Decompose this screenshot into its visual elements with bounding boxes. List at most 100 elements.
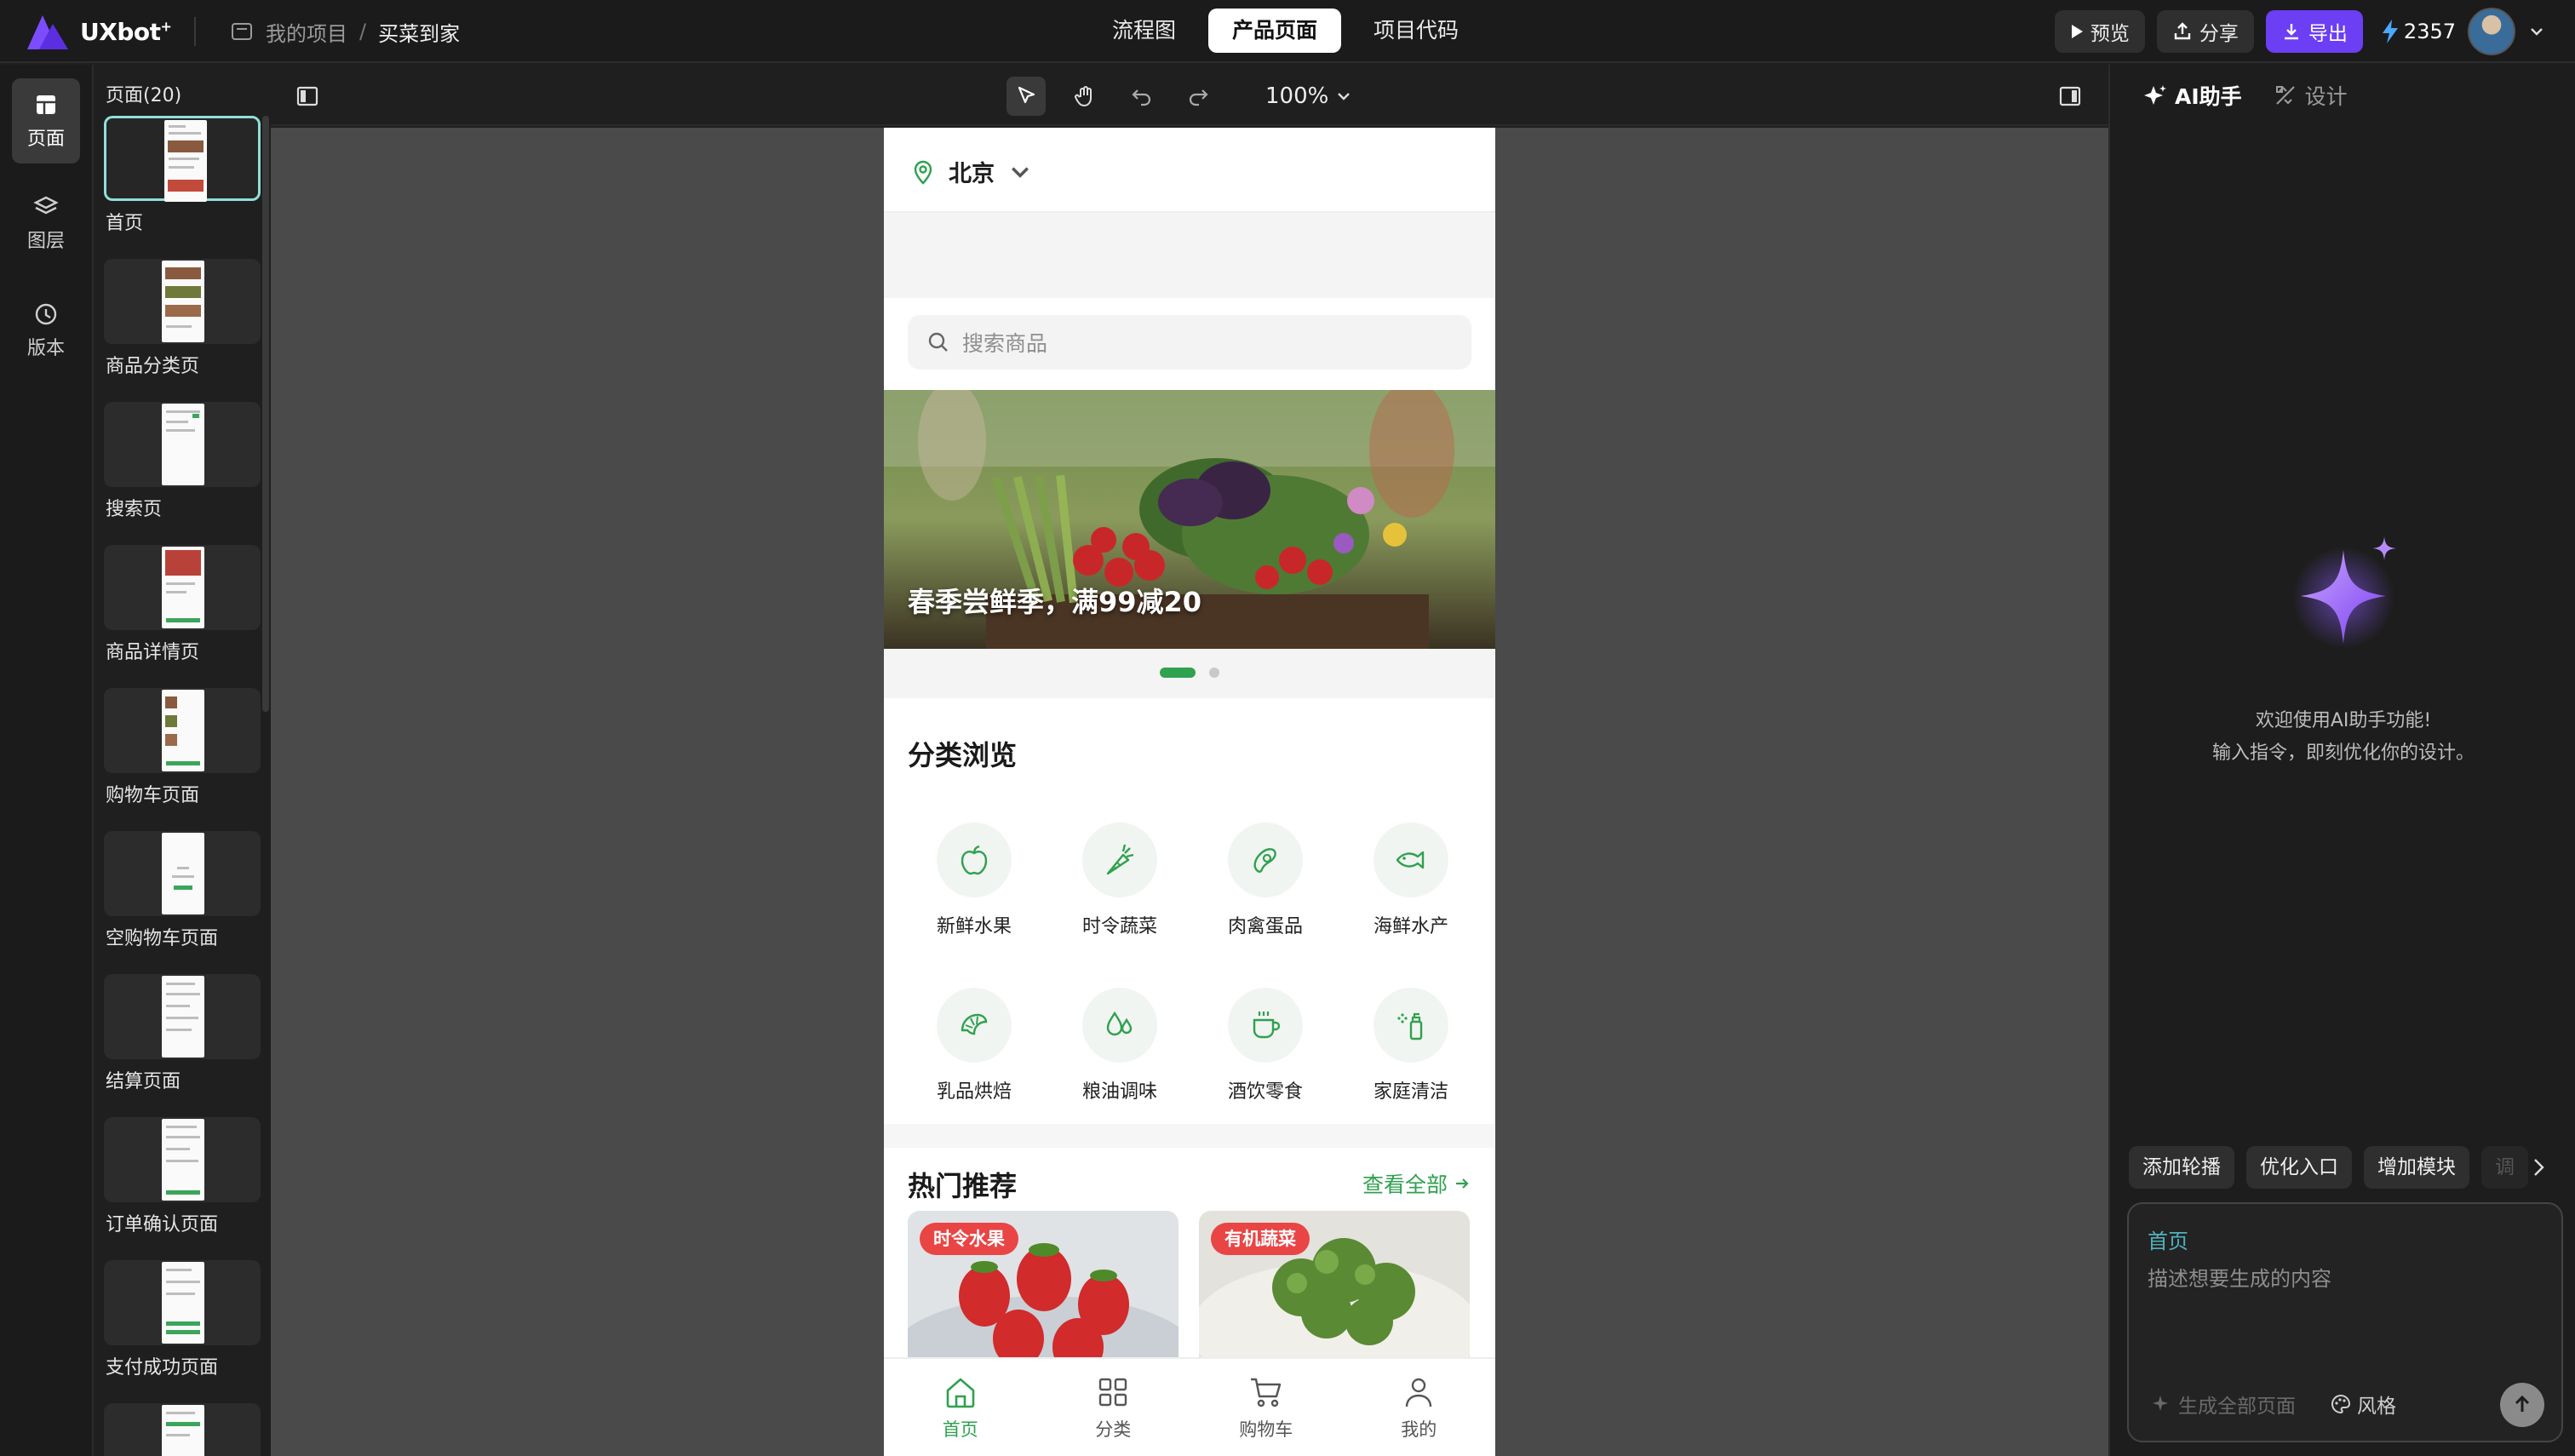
- prompt-input[interactable]: [2148, 1262, 2539, 1356]
- product-tag: 时令水果: [920, 1223, 1018, 1255]
- pages-scrollbar[interactable]: [262, 116, 269, 712]
- product-card-strawberry[interactable]: 时令水果: [908, 1211, 1179, 1381]
- category-section: 分类浏览 新鲜水果 时令蔬菜 肉禽蛋品 海鲜水产 乳品烘焙 粮油调味 酒饮零食 …: [884, 698, 1495, 1124]
- page-label[interactable]: 商品详情页: [106, 637, 199, 664]
- hot-section-title: 热门推荐: [908, 1170, 1018, 1202]
- toggle-left-panel-button[interactable]: [288, 77, 327, 116]
- category-household-cleaning[interactable]: 家庭清洁: [1356, 988, 1466, 1103]
- zoom-select[interactable]: 100%: [1265, 82, 1352, 111]
- app-logo[interactable]: UXbot+: [24, 12, 172, 51]
- fish-icon: [1396, 851, 1425, 869]
- breadcrumb-current-project[interactable]: 买菜到家: [378, 17, 460, 47]
- page-thumbnail-order-confirm[interactable]: [104, 1117, 261, 1202]
- category-label: 时令蔬菜: [1081, 916, 1157, 937]
- rail-item-layers[interactable]: 图层: [12, 181, 80, 266]
- page-thumbnail-empty-cart[interactable]: [104, 831, 261, 916]
- product-card-broccoli[interactable]: 有机蔬菜: [1199, 1211, 1470, 1381]
- category-label: 酒饮零食: [1227, 1081, 1303, 1103]
- tab-project-code[interactable]: 项目代码: [1350, 9, 1482, 53]
- page-label[interactable]: 订单确认页面: [106, 1209, 218, 1236]
- tabbar-category[interactable]: 分类: [1037, 1359, 1190, 1456]
- export-button[interactable]: 导出: [2265, 10, 2363, 53]
- page-thumbnail-more[interactable]: [104, 1403, 261, 1456]
- header-spacer: [884, 215, 1495, 298]
- tab-design[interactable]: 设计: [2273, 80, 2348, 111]
- cart-icon: [1250, 1378, 1281, 1407]
- chevron-right-icon[interactable]: [2526, 1155, 2551, 1180]
- send-button[interactable]: [2500, 1383, 2544, 1427]
- category-meat-eggs[interactable]: 肉禽蛋品: [1210, 823, 1321, 938]
- city-name: 北京: [949, 161, 995, 187]
- category-fresh-fruit[interactable]: 新鲜水果: [919, 823, 1029, 938]
- generate-all-label: 生成全部页面: [2178, 1396, 2296, 1418]
- chip-optimize-entry[interactable]: 优化入口: [2246, 1146, 2352, 1189]
- page-label[interactable]: 结算页面: [106, 1066, 181, 1093]
- category-grain-oil[interactable]: 粮油调味: [1064, 988, 1175, 1103]
- user-icon: [1406, 1378, 1432, 1407]
- pagination-dot[interactable]: [1209, 668, 1219, 678]
- tabbar-home[interactable]: 首页: [884, 1359, 1037, 1456]
- design-canvas[interactable]: 北京 搜索商品 春季尝鲜季，满99减20 分类浏览 新鲜水果 时令蔬菜 肉禽蛋品…: [271, 128, 2108, 1456]
- hand-icon: [1075, 86, 1092, 107]
- chevron-down-icon[interactable]: [2527, 22, 2546, 41]
- category-vegetables[interactable]: 时令蔬菜: [1064, 823, 1175, 938]
- user-avatar[interactable]: [2468, 8, 2515, 55]
- welcome-line-1: 欢迎使用AI助手功能!: [2255, 710, 2432, 731]
- category-seafood[interactable]: 海鲜水产: [1356, 823, 1466, 938]
- sparkle-icon: [2153, 1396, 2168, 1411]
- tab-ai-assistant[interactable]: AI助手: [2142, 80, 2242, 111]
- tabbar-label: 分类: [1095, 1419, 1132, 1440]
- page-thumbnail-search[interactable]: [104, 402, 261, 487]
- chip-more[interactable]: 调: [2481, 1146, 2528, 1189]
- page-thumbnail-home[interactable]: [104, 116, 261, 202]
- page-thumbnail-detail[interactable]: [104, 545, 261, 630]
- tabbar-cart[interactable]: 购物车: [1190, 1359, 1343, 1456]
- location-selector[interactable]: 北京: [909, 155, 1034, 188]
- credits-balance[interactable]: 2357: [2380, 19, 2456, 44]
- phone-mockup-home[interactable]: 北京 搜索商品 春季尝鲜季，满99减20 分类浏览 新鲜水果 时令蔬菜 肉禽蛋品…: [884, 128, 1495, 1456]
- zoom-level: 100%: [1265, 83, 1329, 109]
- preview-button[interactable]: 预览: [2054, 10, 2145, 53]
- category-dairy-bakery[interactable]: 乳品烘焙: [919, 988, 1029, 1103]
- see-all-link[interactable]: 查看全部: [1362, 1168, 1471, 1199]
- style-button[interactable]: 风格: [2330, 1390, 2396, 1419]
- pages-icon: [37, 95, 55, 114]
- page-label[interactable]: 首页: [106, 208, 143, 235]
- select-tool-button[interactable]: [1006, 77, 1046, 116]
- breadcrumb-separator: /: [359, 20, 367, 43]
- page-thumbnail-cart[interactable]: [104, 688, 261, 773]
- category-label: 乳品烘焙: [936, 1081, 1012, 1103]
- page-label[interactable]: 购物车页面: [106, 780, 199, 807]
- hand-tool-button[interactable]: [1066, 77, 1105, 116]
- page-thumbnail-payment-success[interactable]: [104, 1260, 261, 1345]
- page-label[interactable]: 支付成功页面: [106, 1352, 218, 1379]
- rail-item-label: 页面: [26, 129, 65, 150]
- category-drinks-snacks[interactable]: 酒饮零食: [1210, 988, 1321, 1103]
- breadcrumb-project[interactable]: 我的项目: [266, 17, 347, 47]
- undo-button[interactable]: [1122, 77, 1161, 116]
- search-input[interactable]: 搜索商品: [908, 315, 1471, 370]
- search-area: 搜索商品: [884, 298, 1495, 390]
- page-label[interactable]: 搜索页: [106, 494, 162, 521]
- chip-add-carousel[interactable]: 添加轮播: [2129, 1146, 2234, 1189]
- redo-button[interactable]: [1179, 77, 1218, 116]
- generate-all-pages-button[interactable]: 生成全部页面: [2151, 1390, 2296, 1419]
- promo-banner[interactable]: 春季尝鲜季，满99减20: [884, 390, 1495, 649]
- page-thumbnail-category[interactable]: [104, 259, 261, 344]
- tab-flowchart[interactable]: 流程图: [1088, 9, 1200, 53]
- pagination-dot-active[interactable]: [1160, 668, 1196, 678]
- category-label: 家庭清洁: [1373, 1081, 1448, 1103]
- tabbar-profile[interactable]: 我的: [1343, 1359, 1496, 1456]
- share-button[interactable]: 分享: [2156, 10, 2254, 53]
- prompt-context-page[interactable]: 首页: [2148, 1224, 2188, 1254]
- rail-item-versions[interactable]: 版本: [12, 288, 80, 373]
- toggle-right-panel-button[interactable]: [2050, 77, 2090, 116]
- tab-product-pages[interactable]: 产品页面: [1208, 9, 1342, 53]
- page-label[interactable]: 空购物车页面: [106, 923, 218, 950]
- page-thumbnail-checkout[interactable]: [104, 974, 261, 1059]
- page-label[interactable]: 商品分类页: [106, 351, 199, 378]
- category-label: 海鲜水产: [1373, 916, 1448, 937]
- croissant-icon: [961, 1013, 988, 1035]
- rail-item-pages[interactable]: 页面: [12, 78, 80, 163]
- chip-add-module[interactable]: 增加模块: [2364, 1146, 2469, 1189]
